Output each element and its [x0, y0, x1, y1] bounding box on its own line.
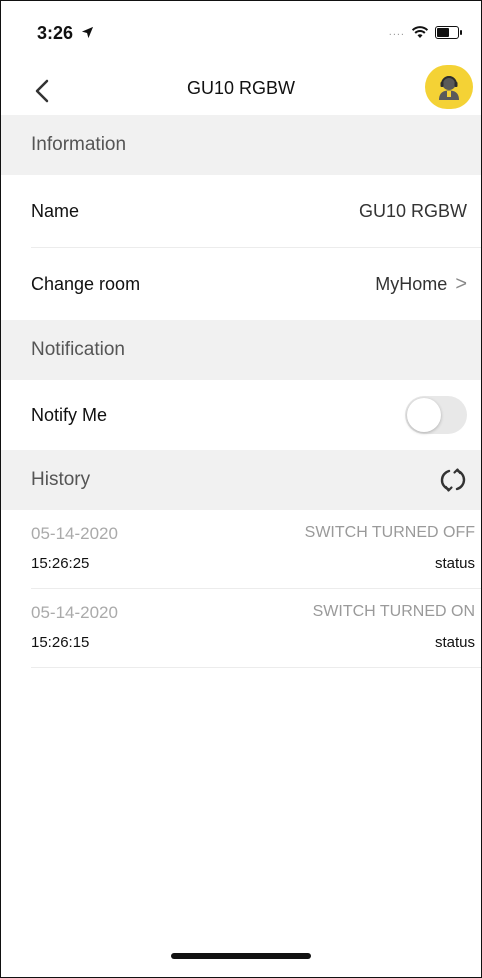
history-time: 15:26:15 — [31, 634, 90, 651]
support-agent-icon — [439, 76, 459, 100]
signal-icon: .... — [388, 26, 405, 38]
section-header-information: Information — [1, 115, 481, 175]
settings-content: Information Name GU10 RGBW Change room M… — [1, 115, 481, 668]
section-title: History — [31, 469, 91, 490]
nav-bar: GU10 RGBW — [1, 65, 481, 115]
history-time: 15:26:25 — [31, 555, 90, 572]
history-event: SWITCH TURNED ON — [312, 603, 475, 620]
section-header-history: History — [1, 450, 481, 510]
history-status: status — [434, 555, 475, 572]
history-item: 05-14-2020 15:26:25 SWITCH TURNED OFF st… — [31, 510, 481, 589]
room-value: MyHome — [375, 273, 448, 294]
history-item: 05-14-2020 15:26:15 SWITCH TURNED ON sta… — [31, 589, 481, 668]
support-button[interactable] — [425, 65, 473, 109]
clock-text: 3:26 — [37, 23, 74, 43]
history-event: SWITCH TURNED OFF — [304, 524, 475, 541]
status-icons: .... — [388, 25, 462, 39]
change-room-row[interactable]: Change room MyHome > — [31, 248, 481, 320]
notify-toggle[interactable] — [405, 396, 467, 434]
history-date: 05-14-2020 — [31, 603, 118, 622]
status-time: 3:26 — [37, 23, 94, 44]
toggle-knob — [407, 398, 441, 432]
battery-icon — [435, 25, 462, 39]
notify-label: Notify Me — [31, 404, 108, 425]
name-label: Name — [31, 200, 80, 221]
status-bar: 3:26 .... — [1, 1, 481, 65]
refresh-icon[interactable] — [439, 466, 467, 494]
page-title: GU10 RGBW — [186, 78, 296, 98]
location-arrow-icon — [81, 26, 94, 39]
home-indicator[interactable] — [171, 953, 311, 959]
wifi-icon — [411, 26, 429, 38]
history-date: 05-14-2020 — [31, 524, 118, 543]
section-title: Notification — [31, 339, 125, 360]
app-screen: 3:26 .... GU10 RGBW Information Name GU1… — [0, 0, 482, 978]
notify-row: Notify Me — [31, 380, 481, 450]
name-value: GU10 RGBW — [358, 200, 467, 221]
name-row[interactable]: Name GU10 RGBW — [31, 175, 481, 248]
history-status: status — [434, 634, 475, 651]
section-title: Information — [31, 134, 127, 155]
section-header-notification: Notification — [1, 320, 481, 380]
room-value-group: MyHome > — [375, 273, 467, 296]
chevron-right-icon: > — [455, 272, 467, 295]
change-room-label: Change room — [31, 273, 141, 294]
